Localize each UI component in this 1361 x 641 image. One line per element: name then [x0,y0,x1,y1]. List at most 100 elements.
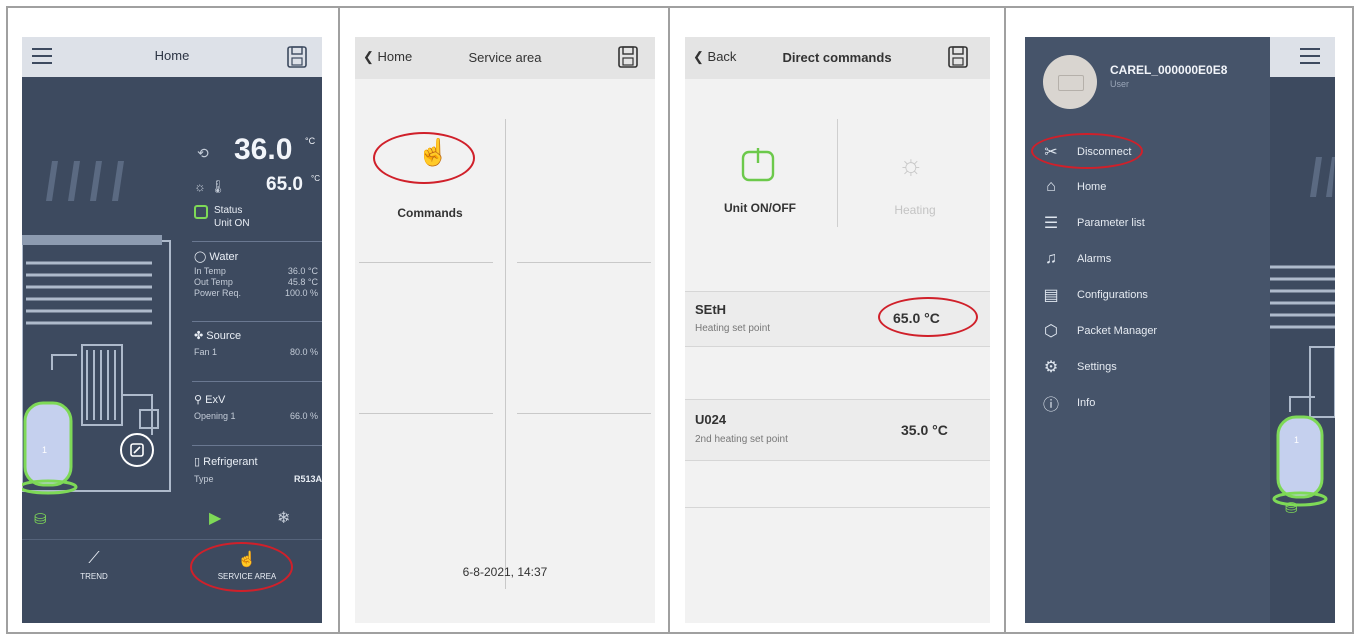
menu-item-label: Settings [1077,361,1117,373]
menu-item-info[interactable]: ⓘ Info [1039,389,1264,417]
menu-item-label: Alarms [1077,253,1112,265]
grid-divider [359,413,493,414]
trend-icon: ⟋ [88,550,100,567]
status-value: Unit ON [214,218,250,229]
unit-on-off-button[interactable]: Unit ON/OFF [685,119,835,237]
param-value: 35.0 °C [901,422,948,438]
app-header: Home [22,37,322,77]
divider [22,539,322,540]
edit-button[interactable] [120,433,154,467]
service-area-screen: ❮ Home Service area ☝ Commands 6-8-2021,… [355,37,655,623]
defrost-icon: ❄ [277,510,291,527]
user-role: User [1110,79,1130,89]
device-name: CAREL_000000E0E8 [1110,63,1228,77]
source-row: Fan 1 80.0 % [194,347,318,357]
menu-item-home[interactable]: ⌂ Home [1039,173,1264,201]
save-icon[interactable] [286,45,308,69]
water-icon: ◯ [194,251,207,263]
menu-icon[interactable] [32,48,52,64]
power-status-icon [194,205,208,219]
menu-item-label: Home [1077,181,1107,193]
refrigerant-row: Type R513A [194,474,322,484]
device-icon [1058,75,1084,91]
airflow-graphic [46,161,124,201]
direct-commands-screen: ❮ Back Direct commands Unit ON/OFF ☼ Hea… [685,37,990,623]
sun-icon: ☼ [898,149,924,180]
source-section: ✤ Source [194,329,241,342]
back-button[interactable]: ❮ Home [363,49,412,65]
water-row-value: 100.0 % [284,288,318,298]
water-row-label: Power Req. [194,288,242,298]
back-label: Home [377,49,413,64]
menu-item-configurations[interactable]: ▤ Configurations [1039,281,1264,309]
page-title: Home [154,48,190,63]
home-icon: ⌂ [1046,178,1056,195]
refrigerant-icon: ▯ [194,456,201,468]
avatar [1043,55,1097,109]
page-title: Direct commands [782,50,892,65]
chevron-left-icon: ❮ [693,49,704,64]
page-title: Service area [468,50,542,65]
menu-item-label: Parameter list [1077,217,1145,229]
compressor-status-icon: ⛁ [34,511,47,528]
refrigerant-section: ▯ Refrigerant [194,455,258,468]
navigation-drawer: CAREL_000000E0E8 User ✂ Disconnect ⌂ Home … [1025,37,1270,623]
divider [837,119,838,227]
param-description: Heating set point [695,323,771,334]
save-icon[interactable] [617,45,639,69]
menu-item-parameter-list[interactable]: ☰ Parameter list [1039,209,1264,237]
menu-icon[interactable] [1300,48,1320,64]
divider [192,241,322,242]
menu-item-alarms[interactable]: ♫ Alarms [1039,245,1264,273]
compressor-number: 1 [1294,435,1300,445]
bell-icon: ♫ [1045,250,1057,267]
back-label: Back [707,49,737,64]
highlight-circle [190,542,293,592]
water-row-value: 45.8 °C [287,277,318,287]
trend-label: TREND [80,572,108,581]
side-menu-screen: 1 ⛁ CAREL_000000E0E8 User ✂ Disconnect ⌂ H… [1025,37,1335,623]
menu-item-label: Packet Manager [1077,325,1158,337]
highlight-circle [1031,133,1143,169]
unit-on-off-label: Unit ON/OFF [724,201,796,215]
setpoint-unit: °C [311,174,320,183]
menu-item-packet-manager[interactable]: ⬡ Packet Manager [1039,317,1264,345]
exv-row: Opening 1 66.0 % [194,411,318,421]
trend-button[interactable]: ⟋ TREND [64,550,124,581]
source-title: Source [206,330,242,342]
flow-temp-icon: ⟲ [197,145,209,161]
edit-icon [130,443,144,457]
compressor-status-icon: ⛁ [1285,500,1298,517]
unit-illustration [22,235,171,495]
home-screen: Home 1 ⟲ 36.0 °C ☼ 🌡 65.0 °C Status Unit… [22,37,322,623]
heating-button[interactable]: ☼ Heating [840,119,990,237]
parameter-row[interactable]: U024 2nd heating set point 35.0 °C [685,399,990,461]
datetime: 6-8-2021, 14:37 [462,565,548,579]
commands-label: Commands [397,206,463,220]
exv-title: ExV [205,394,226,406]
divider [668,6,670,634]
pump-status-icon: ▶ [209,510,222,527]
clipboard-icon: ▤ [1043,287,1059,304]
info-icon: ⓘ [1042,397,1059,414]
param-code: SEtH [695,302,727,317]
save-icon[interactable] [947,45,969,69]
app-header [1270,37,1335,77]
main-temperature: 36.0 [234,133,293,166]
divider [192,445,322,446]
gear-icon: ⚙ [1043,359,1059,376]
grid-divider [517,262,651,263]
compressor-number: 1 [42,445,48,455]
menu-item-settings[interactable]: ⚙ Settings [1039,353,1264,381]
package-icon: ⬡ [1044,323,1058,340]
back-button[interactable]: ❮ Back [693,49,736,65]
valve-icon: ⚲ [194,394,203,406]
main-temperature-unit: °C [305,136,316,146]
menu-item-label: Info [1077,397,1096,409]
app-header: ❮ Home Service area [355,37,655,79]
divider [338,6,340,634]
highlight-circle [373,132,475,184]
sun-thermometer-icon: ☼ 🌡 [194,179,227,194]
app-header: ❮ Back Direct commands [685,37,990,79]
water-row-label: Out Temp [194,277,233,287]
